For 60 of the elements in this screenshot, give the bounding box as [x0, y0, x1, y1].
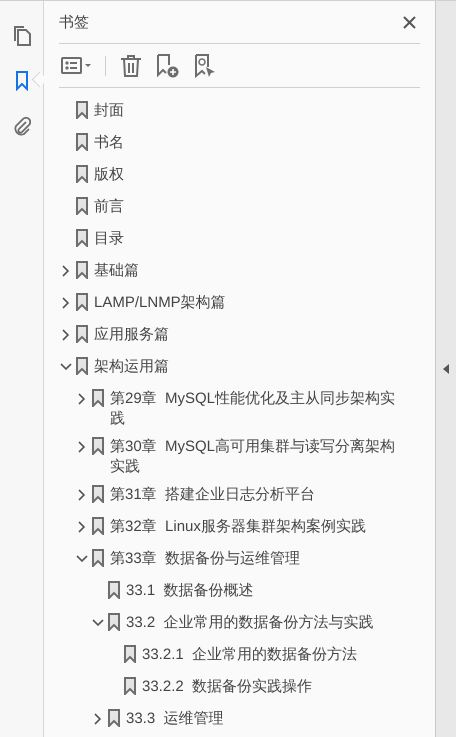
bookmark-icon: [92, 517, 104, 535]
trash-icon: [120, 54, 142, 76]
list-options-icon: [61, 56, 91, 74]
bookmark-item[interactable]: 架构运用篇: [94, 353, 169, 377]
bookmark-item[interactable]: 33.2 企业常用的数据备份方法与实践: [126, 609, 374, 633]
collapse-arrow-icon: [443, 364, 449, 374]
chevron-right-icon: [62, 297, 70, 309]
bookmark-icon: [76, 133, 88, 151]
bookmark-add-icon: [156, 54, 180, 78]
bookmark-icon: [14, 71, 28, 91]
bookmark-icon: [76, 325, 88, 343]
chevron-down-icon: [60, 363, 72, 371]
bookmark-item[interactable]: 应用服务篇: [94, 321, 169, 345]
bookmark-icon: [92, 549, 104, 567]
chevron-down-icon: [76, 555, 88, 563]
bookmark-icon: [92, 389, 104, 407]
bookmark-item[interactable]: 第33章 数据备份与运维管理: [110, 545, 300, 569]
panel-title: 书签: [59, 12, 89, 32]
bookmark-item[interactable]: 33.2.1 企业常用的数据备份方法: [142, 641, 358, 665]
bookmark-item[interactable]: 第29章 MySQL性能优化及主从同步架构实践: [110, 385, 406, 429]
bookmark-item[interactable]: 33.1 数据备份概述: [126, 577, 254, 601]
paperclip-icon: [12, 116, 30, 136]
bookmark-item[interactable]: 目录: [94, 225, 124, 249]
bookmark-icon: [108, 581, 120, 599]
bookmark-item[interactable]: 封面: [94, 97, 124, 121]
close-icon: [403, 16, 416, 28]
collapse-handle[interactable]: [435, 1, 456, 737]
bookmark-icon: [92, 437, 104, 455]
bookmark-select-icon: [194, 54, 216, 78]
bookmark-item[interactable]: 版权: [94, 161, 124, 185]
bookmark-item[interactable]: 33.2.2 数据备份实践操作: [142, 673, 312, 697]
bookmark-icon: [124, 645, 136, 663]
bookmark-icon: [108, 613, 120, 631]
chevron-right-icon: [62, 329, 70, 341]
bookmark-item[interactable]: 书名: [94, 129, 124, 153]
bookmark-icon: [124, 677, 136, 695]
bookmark-icon: [76, 261, 88, 279]
bookmark-icon: [76, 357, 88, 375]
bookmark-icon: [76, 165, 88, 183]
chevron-right-icon: [78, 441, 86, 453]
bookmark-item[interactable]: 第31章 搭建企业日志分析平台: [110, 481, 316, 505]
bookmark-icon: [76, 229, 88, 247]
bookmark-icon: [76, 101, 88, 119]
bookmark-item[interactable]: 前言: [94, 193, 124, 217]
bookmark-icon: [76, 293, 88, 311]
bookmark-item[interactable]: LAMP/LNMP架构篇: [94, 289, 226, 313]
bookmark-item[interactable]: 基础篇: [94, 257, 139, 281]
bookmark-icon: [76, 197, 88, 215]
chevron-right-icon: [94, 713, 102, 725]
chevron-right-icon: [78, 489, 86, 501]
bookmark-icon: [108, 709, 120, 727]
chevron-right-icon: [78, 393, 86, 405]
chevron-right-icon: [62, 265, 70, 277]
chevron-down-icon: [92, 619, 104, 627]
chevron-right-icon: [78, 521, 86, 533]
bookmark-item[interactable]: 第30章 MySQL高可用集群与读写分离架构实践: [110, 433, 406, 477]
bookmark-icon: [92, 485, 104, 503]
bookmark-item[interactable]: 第32章 Linux服务器集群架构案例实践: [110, 513, 366, 537]
pages-icon: [12, 25, 32, 47]
bookmark-item[interactable]: 33.3 运维管理: [126, 705, 224, 729]
